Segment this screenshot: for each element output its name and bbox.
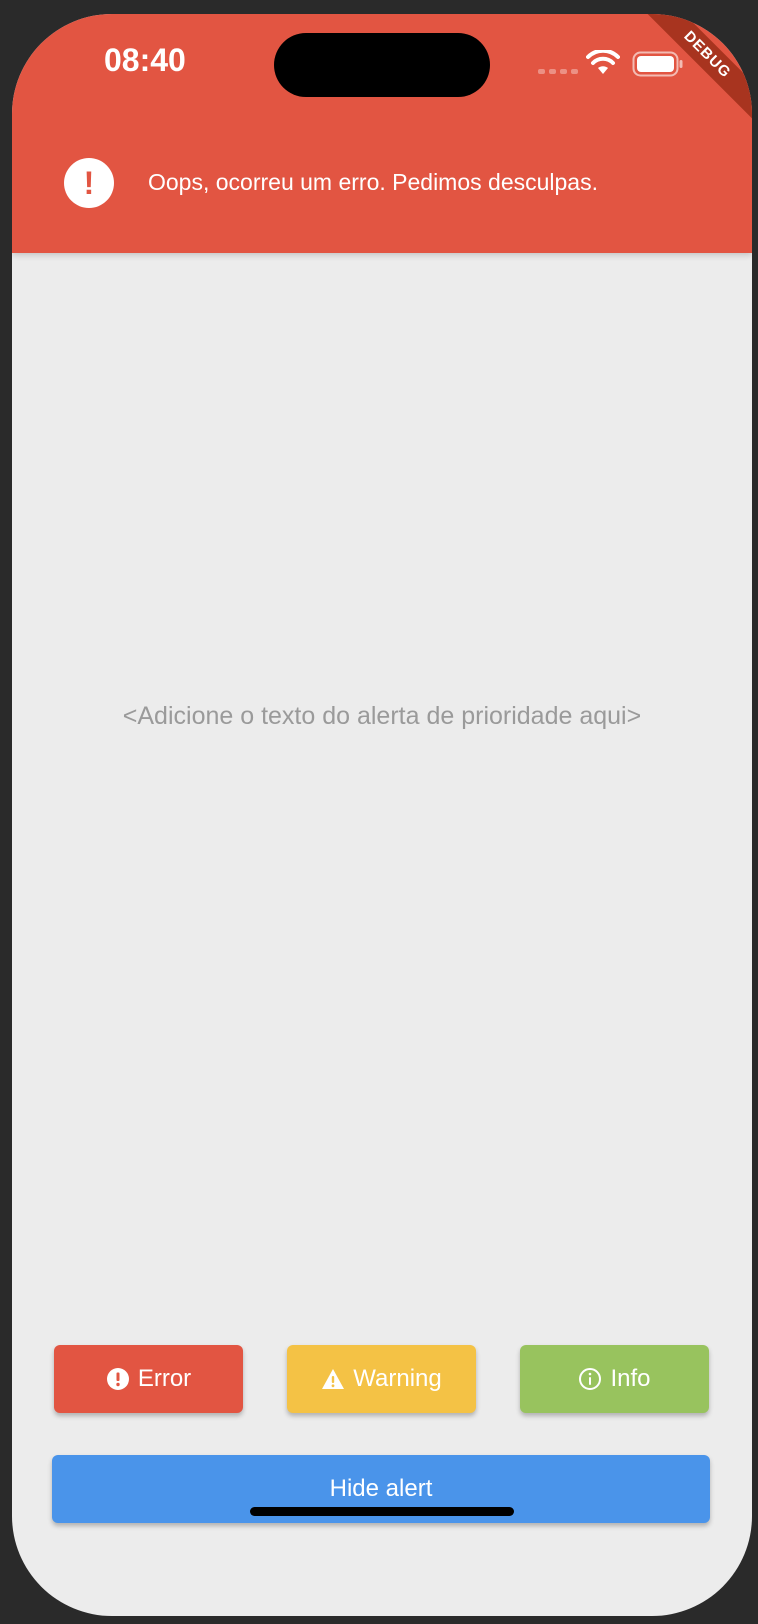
error-button[interactable]: Error xyxy=(54,1345,243,1413)
info-circle-icon xyxy=(579,1368,602,1390)
warning-button[interactable]: Warning xyxy=(287,1345,476,1413)
alert-message: Oops, ocorreu um erro. Pedimos desculpas… xyxy=(148,169,598,195)
priority-alert-placeholder: <Adicione o texto do alerta de prioridad… xyxy=(122,702,642,730)
alert-header: 08:40 DEBUG ! Oops, ocorreu um erro. Ped… xyxy=(12,14,752,253)
hide-alert-button-label: Hide alert xyxy=(329,1475,433,1502)
home-indicator xyxy=(250,1507,514,1516)
wifi-icon xyxy=(586,50,620,74)
battery-icon xyxy=(632,51,683,77)
error-button-label: Error xyxy=(137,1365,192,1392)
error-circle-icon xyxy=(106,1368,129,1390)
device-frame: 08:40 DEBUG ! Oops, ocorreu um erro. Ped… xyxy=(0,0,758,1624)
info-button[interactable]: Info xyxy=(520,1345,709,1413)
info-button-label: Info xyxy=(610,1365,651,1392)
warning-triangle-icon xyxy=(322,1369,345,1389)
error-circle-icon: ! xyxy=(64,158,114,208)
cellular-signal-icon xyxy=(538,69,578,74)
status-time: 08:40 xyxy=(104,42,186,78)
app-screen: 08:40 DEBUG ! Oops, ocorreu um erro. Ped… xyxy=(12,14,752,1616)
warning-button-label: Warning xyxy=(353,1365,442,1392)
dynamic-island xyxy=(274,33,490,97)
